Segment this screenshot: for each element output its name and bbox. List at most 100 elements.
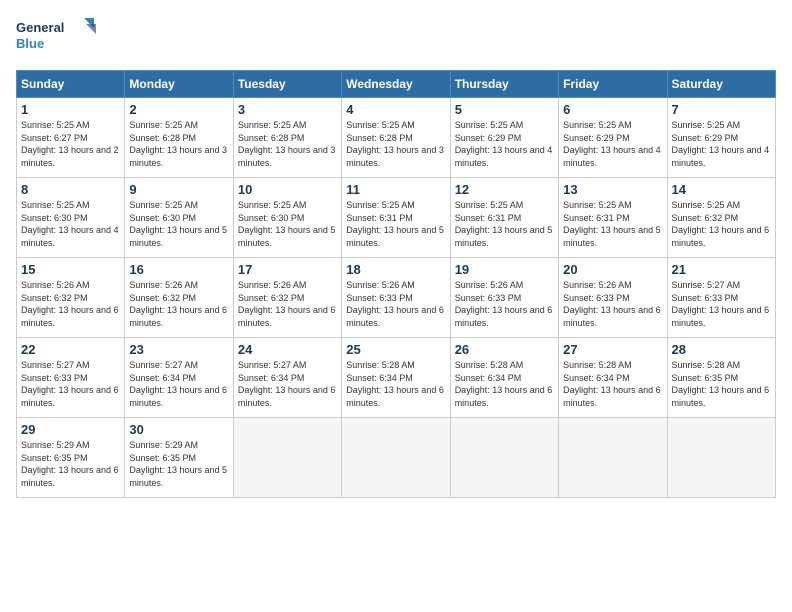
- day-number: 16: [129, 262, 228, 277]
- calendar-cell: [233, 418, 341, 498]
- day-info: Sunrise: 5:26 AM Sunset: 6:33 PM Dayligh…: [346, 279, 445, 329]
- calendar-cell: 9 Sunrise: 5:25 AM Sunset: 6:30 PM Dayli…: [125, 178, 233, 258]
- day-info: Sunrise: 5:25 AM Sunset: 6:31 PM Dayligh…: [563, 199, 662, 249]
- calendar-cell: 12 Sunrise: 5:25 AM Sunset: 6:31 PM Dayl…: [450, 178, 558, 258]
- calendar-cell: 28 Sunrise: 5:28 AM Sunset: 6:35 PM Dayl…: [667, 338, 775, 418]
- day-info: Sunrise: 5:26 AM Sunset: 6:32 PM Dayligh…: [21, 279, 120, 329]
- calendar-cell: 8 Sunrise: 5:25 AM Sunset: 6:30 PM Dayli…: [17, 178, 125, 258]
- day-number: 13: [563, 182, 662, 197]
- svg-text:General: General: [16, 20, 64, 35]
- day-number: 23: [129, 342, 228, 357]
- day-info: Sunrise: 5:25 AM Sunset: 6:28 PM Dayligh…: [238, 119, 337, 169]
- day-number: 26: [455, 342, 554, 357]
- day-info: Sunrise: 5:29 AM Sunset: 6:35 PM Dayligh…: [21, 439, 120, 489]
- day-number: 14: [672, 182, 771, 197]
- day-number: 20: [563, 262, 662, 277]
- calendar-cell: [559, 418, 667, 498]
- day-number: 11: [346, 182, 445, 197]
- day-number: 28: [672, 342, 771, 357]
- day-info: Sunrise: 5:25 AM Sunset: 6:28 PM Dayligh…: [129, 119, 228, 169]
- day-number: 5: [455, 102, 554, 117]
- calendar-cell: 7 Sunrise: 5:25 AM Sunset: 6:29 PM Dayli…: [667, 98, 775, 178]
- day-number: 24: [238, 342, 337, 357]
- calendar-cell: 13 Sunrise: 5:25 AM Sunset: 6:31 PM Dayl…: [559, 178, 667, 258]
- day-number: 25: [346, 342, 445, 357]
- day-info: Sunrise: 5:25 AM Sunset: 6:29 PM Dayligh…: [672, 119, 771, 169]
- calendar-cell: 18 Sunrise: 5:26 AM Sunset: 6:33 PM Dayl…: [342, 258, 450, 338]
- calendar-cell: 26 Sunrise: 5:28 AM Sunset: 6:34 PM Dayl…: [450, 338, 558, 418]
- day-info: Sunrise: 5:25 AM Sunset: 6:31 PM Dayligh…: [346, 199, 445, 249]
- calendar-cell: 16 Sunrise: 5:26 AM Sunset: 6:32 PM Dayl…: [125, 258, 233, 338]
- header: General Blue: [16, 16, 776, 60]
- calendar-cell: 24 Sunrise: 5:27 AM Sunset: 6:34 PM Dayl…: [233, 338, 341, 418]
- calendar-table: SundayMondayTuesdayWednesdayThursdayFrid…: [16, 70, 776, 498]
- calendar-cell: 6 Sunrise: 5:25 AM Sunset: 6:29 PM Dayli…: [559, 98, 667, 178]
- calendar-cell: 23 Sunrise: 5:27 AM Sunset: 6:34 PM Dayl…: [125, 338, 233, 418]
- day-number: 17: [238, 262, 337, 277]
- calendar-cell: 30 Sunrise: 5:29 AM Sunset: 6:35 PM Dayl…: [125, 418, 233, 498]
- day-info: Sunrise: 5:28 AM Sunset: 6:34 PM Dayligh…: [563, 359, 662, 409]
- day-number: 29: [21, 422, 120, 437]
- calendar-cell: 4 Sunrise: 5:25 AM Sunset: 6:28 PM Dayli…: [342, 98, 450, 178]
- day-info: Sunrise: 5:25 AM Sunset: 6:29 PM Dayligh…: [563, 119, 662, 169]
- day-number: 18: [346, 262, 445, 277]
- calendar-cell: [667, 418, 775, 498]
- day-info: Sunrise: 5:25 AM Sunset: 6:29 PM Dayligh…: [455, 119, 554, 169]
- calendar-cell: 29 Sunrise: 5:29 AM Sunset: 6:35 PM Dayl…: [17, 418, 125, 498]
- calendar-cell: 2 Sunrise: 5:25 AM Sunset: 6:28 PM Dayli…: [125, 98, 233, 178]
- calendar-cell: 10 Sunrise: 5:25 AM Sunset: 6:30 PM Dayl…: [233, 178, 341, 258]
- weekday-header-saturday: Saturday: [667, 71, 775, 98]
- day-info: Sunrise: 5:25 AM Sunset: 6:30 PM Dayligh…: [129, 199, 228, 249]
- calendar-cell: 17 Sunrise: 5:26 AM Sunset: 6:32 PM Dayl…: [233, 258, 341, 338]
- day-number: 2: [129, 102, 228, 117]
- day-info: Sunrise: 5:25 AM Sunset: 6:30 PM Dayligh…: [238, 199, 337, 249]
- calendar-cell: 20 Sunrise: 5:26 AM Sunset: 6:33 PM Dayl…: [559, 258, 667, 338]
- calendar-cell: [450, 418, 558, 498]
- day-number: 19: [455, 262, 554, 277]
- day-info: Sunrise: 5:26 AM Sunset: 6:33 PM Dayligh…: [563, 279, 662, 329]
- day-number: 12: [455, 182, 554, 197]
- day-info: Sunrise: 5:27 AM Sunset: 6:34 PM Dayligh…: [129, 359, 228, 409]
- day-info: Sunrise: 5:26 AM Sunset: 6:32 PM Dayligh…: [129, 279, 228, 329]
- calendar-cell: 25 Sunrise: 5:28 AM Sunset: 6:34 PM Dayl…: [342, 338, 450, 418]
- calendar-cell: 1 Sunrise: 5:25 AM Sunset: 6:27 PM Dayli…: [17, 98, 125, 178]
- weekday-header-wednesday: Wednesday: [342, 71, 450, 98]
- day-info: Sunrise: 5:29 AM Sunset: 6:35 PM Dayligh…: [129, 439, 228, 489]
- day-number: 4: [346, 102, 445, 117]
- calendar-cell: 11 Sunrise: 5:25 AM Sunset: 6:31 PM Dayl…: [342, 178, 450, 258]
- calendar-cell: 19 Sunrise: 5:26 AM Sunset: 6:33 PM Dayl…: [450, 258, 558, 338]
- day-info: Sunrise: 5:28 AM Sunset: 6:34 PM Dayligh…: [346, 359, 445, 409]
- day-info: Sunrise: 5:27 AM Sunset: 6:33 PM Dayligh…: [672, 279, 771, 329]
- day-info: Sunrise: 5:28 AM Sunset: 6:34 PM Dayligh…: [455, 359, 554, 409]
- day-number: 6: [563, 102, 662, 117]
- day-info: Sunrise: 5:28 AM Sunset: 6:35 PM Dayligh…: [672, 359, 771, 409]
- weekday-header-monday: Monday: [125, 71, 233, 98]
- day-info: Sunrise: 5:25 AM Sunset: 6:28 PM Dayligh…: [346, 119, 445, 169]
- day-number: 10: [238, 182, 337, 197]
- calendar-cell: 3 Sunrise: 5:25 AM Sunset: 6:28 PM Dayli…: [233, 98, 341, 178]
- day-info: Sunrise: 5:27 AM Sunset: 6:33 PM Dayligh…: [21, 359, 120, 409]
- calendar-cell: 15 Sunrise: 5:26 AM Sunset: 6:32 PM Dayl…: [17, 258, 125, 338]
- calendar-cell: 21 Sunrise: 5:27 AM Sunset: 6:33 PM Dayl…: [667, 258, 775, 338]
- day-info: Sunrise: 5:25 AM Sunset: 6:27 PM Dayligh…: [21, 119, 120, 169]
- weekday-header-thursday: Thursday: [450, 71, 558, 98]
- day-number: 9: [129, 182, 228, 197]
- day-number: 30: [129, 422, 228, 437]
- calendar-cell: 14 Sunrise: 5:25 AM Sunset: 6:32 PM Dayl…: [667, 178, 775, 258]
- day-number: 15: [21, 262, 120, 277]
- day-number: 1: [21, 102, 120, 117]
- day-number: 8: [21, 182, 120, 197]
- logo: General Blue: [16, 16, 96, 60]
- day-info: Sunrise: 5:27 AM Sunset: 6:34 PM Dayligh…: [238, 359, 337, 409]
- day-number: 21: [672, 262, 771, 277]
- day-info: Sunrise: 5:25 AM Sunset: 6:31 PM Dayligh…: [455, 199, 554, 249]
- calendar-cell: 22 Sunrise: 5:27 AM Sunset: 6:33 PM Dayl…: [17, 338, 125, 418]
- day-info: Sunrise: 5:26 AM Sunset: 6:32 PM Dayligh…: [238, 279, 337, 329]
- day-number: 27: [563, 342, 662, 357]
- day-info: Sunrise: 5:25 AM Sunset: 6:32 PM Dayligh…: [672, 199, 771, 249]
- day-number: 7: [672, 102, 771, 117]
- day-info: Sunrise: 5:26 AM Sunset: 6:33 PM Dayligh…: [455, 279, 554, 329]
- calendar-cell: 27 Sunrise: 5:28 AM Sunset: 6:34 PM Dayl…: [559, 338, 667, 418]
- day-number: 3: [238, 102, 337, 117]
- logo-svg: General Blue: [16, 16, 96, 60]
